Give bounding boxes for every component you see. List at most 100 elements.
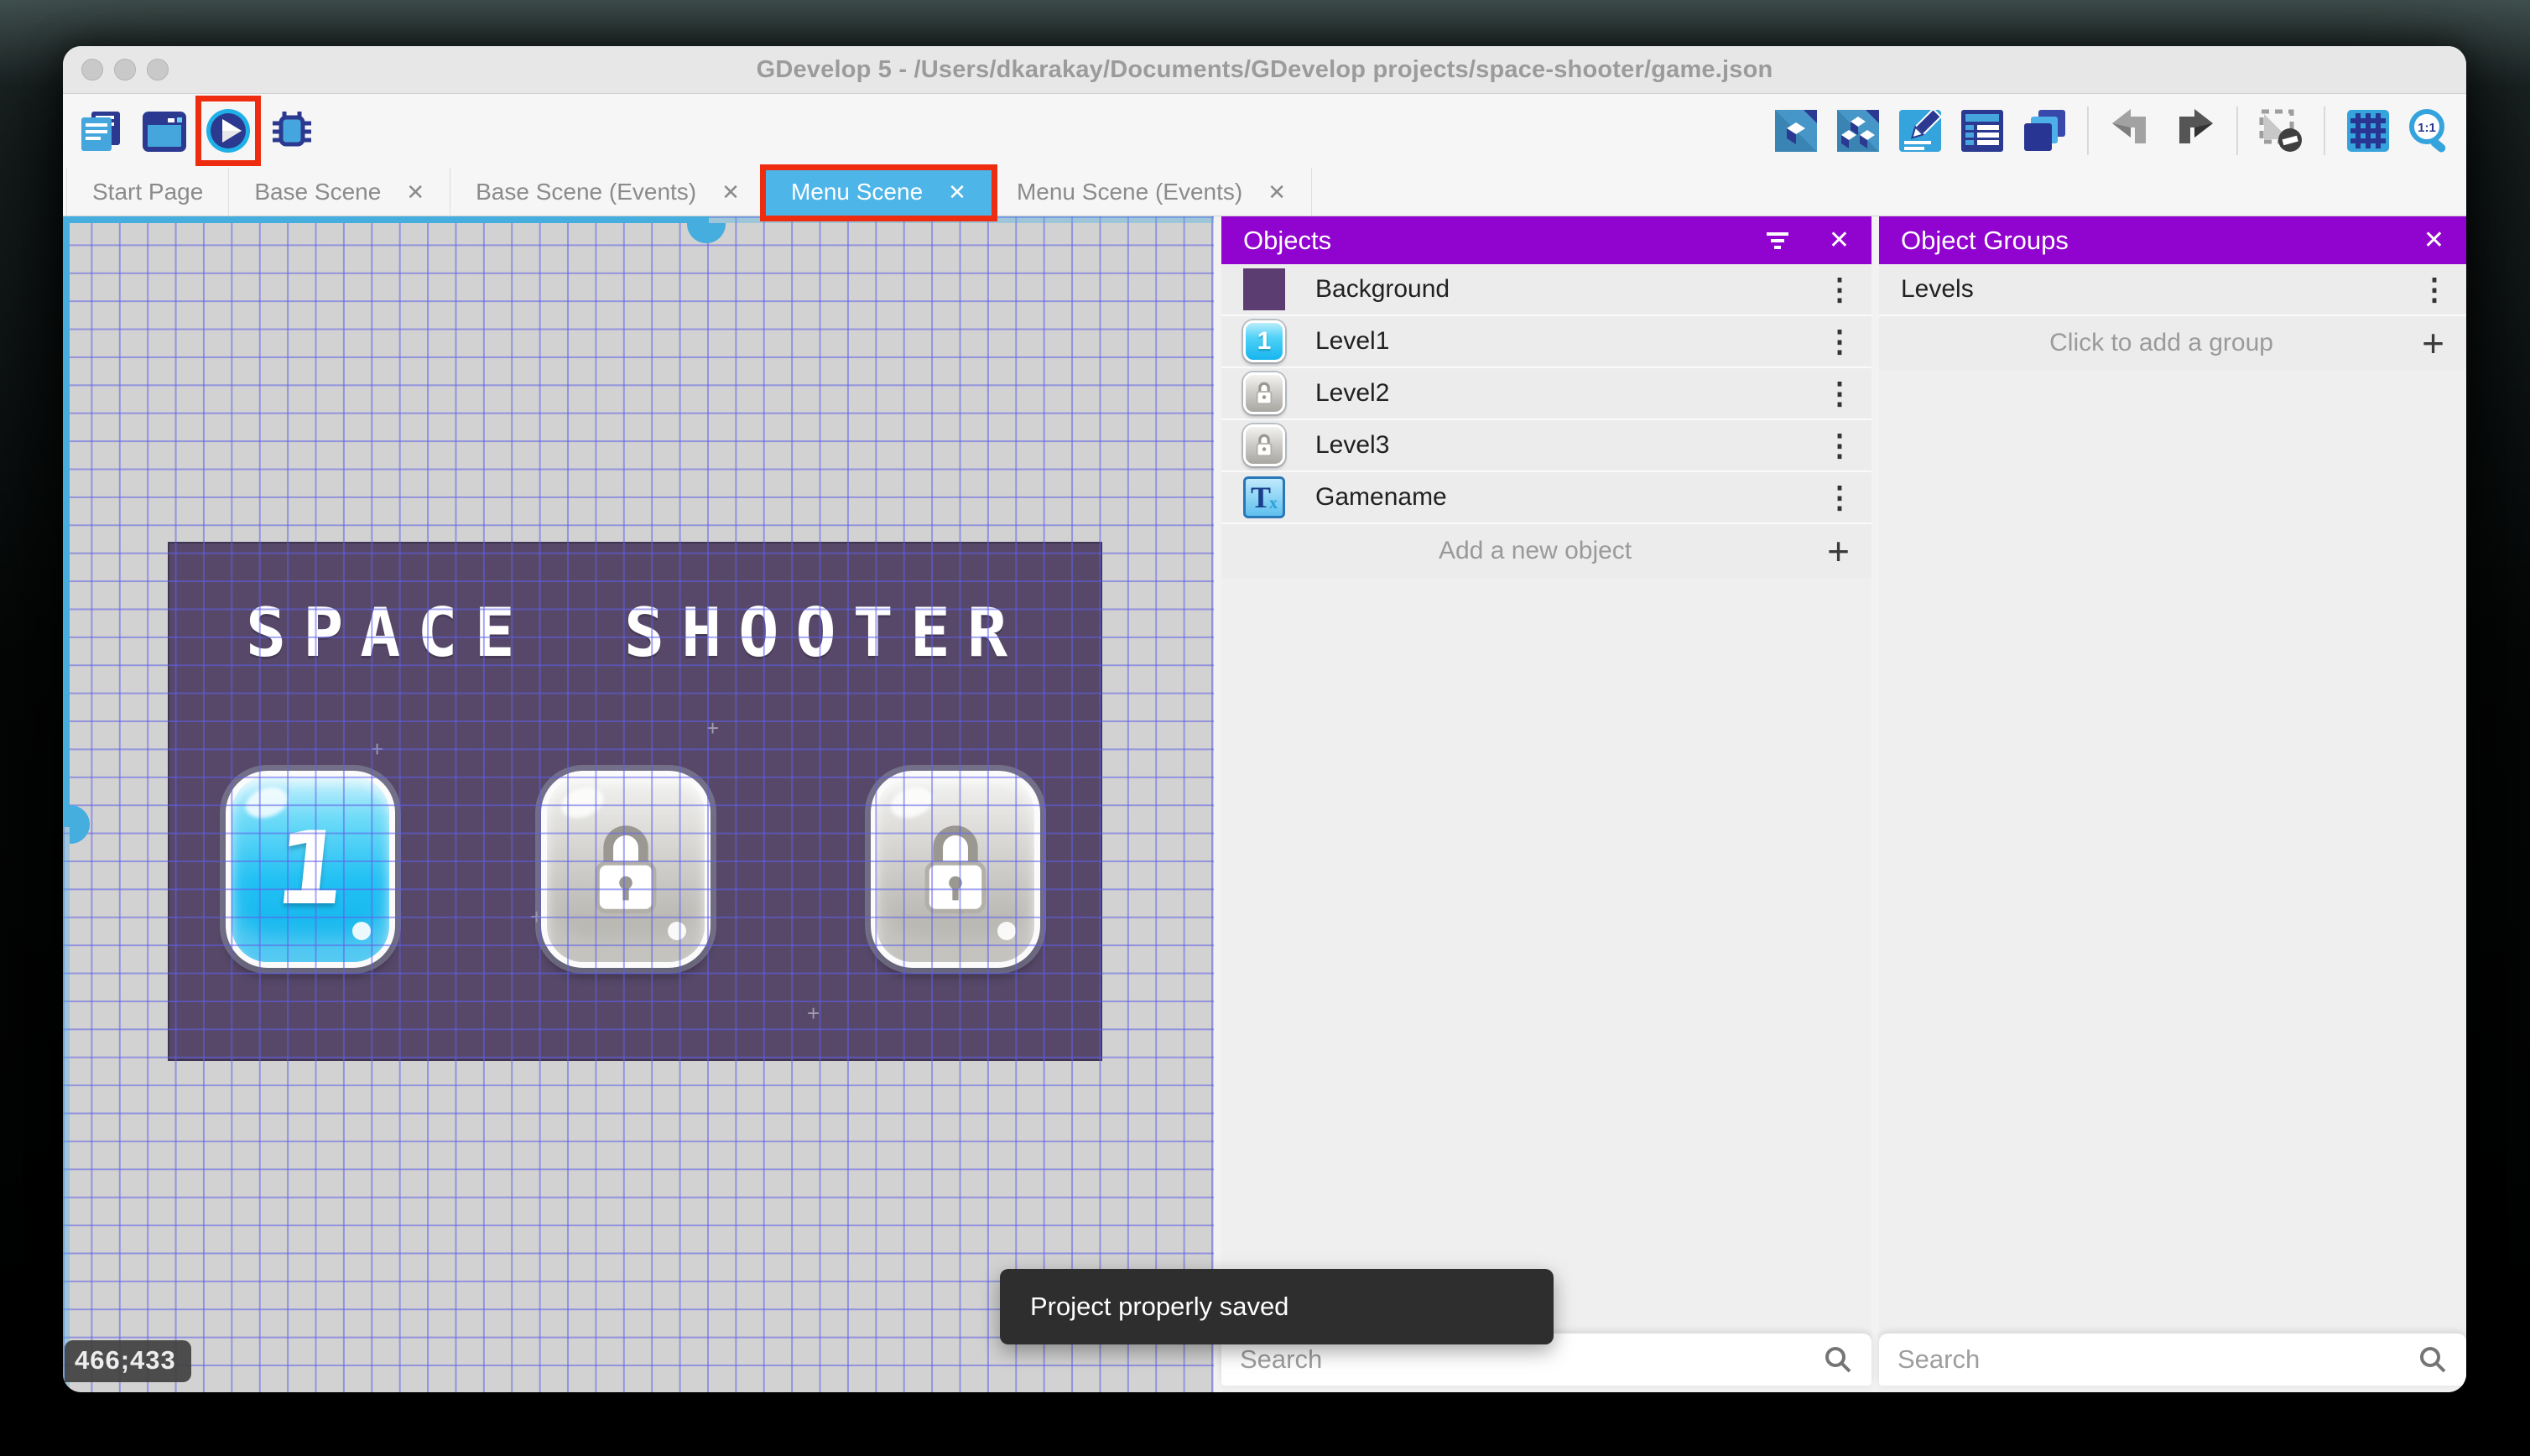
horizontal-scrollbar[interactable] xyxy=(63,216,709,223)
project-manager-icon xyxy=(81,112,120,151)
objects-panel: Objects Background xyxy=(1221,216,1871,1392)
object-menu-kebab-icon[interactable] xyxy=(1825,488,1850,507)
object-row-background[interactable]: Background xyxy=(1221,264,1871,316)
open-instances-list-button[interactable] xyxy=(1958,107,2007,155)
object-menu-kebab-icon[interactable] xyxy=(1825,332,1850,351)
vertical-scrollbar[interactable] xyxy=(63,216,70,827)
launch-preview-button[interactable] xyxy=(195,96,261,166)
open-layers-editor-button[interactable] xyxy=(2020,107,2069,155)
zoom-original-button[interactable]: 1:1 xyxy=(2406,107,2455,155)
level1-button-instance[interactable]: 1 xyxy=(226,771,395,968)
cursor-coordinates-badge: 466;433 xyxy=(65,1340,191,1382)
object-menu-kebab-icon[interactable] xyxy=(1825,280,1850,299)
toast-message: Project properly saved xyxy=(1030,1292,1289,1321)
search-icon[interactable] xyxy=(1823,1344,1853,1375)
clear-selection-button[interactable] xyxy=(2257,107,2305,155)
close-panel-icon[interactable] xyxy=(1829,228,1850,253)
text-object-thumbnail xyxy=(1243,476,1285,518)
selection-minus-icon xyxy=(2259,109,2302,152)
object-groups-panel: Object Groups Levels Click to add a grou… xyxy=(1879,216,2466,1392)
window-icon xyxy=(143,112,186,152)
object-row-gamename[interactable]: Gamename xyxy=(1221,472,1871,524)
redo-button[interactable] xyxy=(2169,107,2218,155)
object-name: Level1 xyxy=(1315,327,1390,355)
project-manager-button[interactable] xyxy=(76,107,125,155)
window-title: GDevelop 5 - /Users/dkarakay/Documents/G… xyxy=(756,55,1773,83)
game-scene-background[interactable]: SPACE SHOOTER 1 xyxy=(169,543,1101,1059)
panel-divider[interactable] xyxy=(1214,216,1221,1392)
add-object-row[interactable]: Add a new object xyxy=(1221,524,1871,578)
add-group-label: Click to add a group xyxy=(2049,329,2273,356)
object-groups-icon xyxy=(1837,110,1879,152)
groups-panel-header: Object Groups xyxy=(1879,216,2466,264)
level1-thumbnail xyxy=(1243,320,1285,362)
search-icon[interactable] xyxy=(2418,1344,2448,1375)
groups-search-input[interactable] xyxy=(1898,1344,2418,1375)
app-window: GDevelop 5 - /Users/dkarakay/Documents/G… xyxy=(63,46,2466,1392)
open-objects-editor-button[interactable] xyxy=(1772,107,1820,155)
background-thumbnail xyxy=(1243,268,1285,310)
objects-panel-title: Objects xyxy=(1243,225,1332,255)
toggle-grid-button[interactable] xyxy=(2344,107,2392,155)
editor-tabbar: Start Page Base Scene Base Scene (Events… xyxy=(63,164,2466,221)
open-properties-button[interactable] xyxy=(1896,107,1944,155)
save-toast: Project properly saved xyxy=(1000,1269,1554,1344)
group-row-levels[interactable]: Levels xyxy=(1879,264,2466,316)
redo-icon xyxy=(2179,109,2213,143)
play-icon xyxy=(206,109,250,153)
tab-label: Base Scene xyxy=(254,178,382,205)
padlock-icon xyxy=(1256,434,1273,457)
star-decoration xyxy=(807,1001,820,1027)
star-decoration xyxy=(371,736,383,762)
panel-divider[interactable] xyxy=(1871,216,1879,1392)
group-menu-kebab-icon[interactable] xyxy=(2419,280,2444,299)
add-group-row[interactable]: Click to add a group xyxy=(1879,316,2466,370)
tab-label: Base Scene (Events) xyxy=(476,178,697,205)
tab-base-scene-events[interactable]: Base Scene (Events) xyxy=(450,168,766,216)
tab-base-scene[interactable]: Base Scene xyxy=(229,168,451,216)
scene-editor-canvas[interactable]: SPACE SHOOTER 1 xyxy=(63,216,1214,1392)
toolbar-right-group: 1:1 xyxy=(1772,107,2455,155)
game-title-text-instance[interactable]: SPACE SHOOTER xyxy=(169,594,1101,672)
main-content: SPACE SHOOTER 1 xyxy=(63,216,2466,1392)
close-tab-icon[interactable] xyxy=(721,181,740,203)
open-window-button[interactable] xyxy=(140,107,189,155)
open-object-groups-editor-button[interactable] xyxy=(1834,107,1882,155)
properties-pencil-icon xyxy=(1899,107,1943,152)
level2-thumbnail xyxy=(1243,372,1285,414)
add-object-plus-icon[interactable] xyxy=(1827,532,1850,570)
object-name: Gamename xyxy=(1315,483,1447,511)
tab-label: Menu Scene (Events) xyxy=(1016,178,1243,205)
close-tab-icon[interactable] xyxy=(1268,181,1286,203)
add-group-plus-icon[interactable] xyxy=(2422,324,2444,362)
close-panel-icon[interactable] xyxy=(2423,228,2444,253)
object-menu-kebab-icon[interactable] xyxy=(1825,384,1850,403)
tab-menu-scene[interactable]: Menu Scene xyxy=(759,164,997,221)
close-tab-icon[interactable] xyxy=(948,181,966,203)
launch-debugger-button[interactable] xyxy=(268,107,316,155)
level3-locked-button-instance[interactable] xyxy=(871,771,1040,968)
filter-icon[interactable] xyxy=(1763,229,1792,252)
horizontal-scrollbar-handle[interactable] xyxy=(687,223,726,243)
zoom-ratio-label: 1:1 xyxy=(2418,121,2436,135)
tab-menu-scene-events[interactable]: Menu Scene (Events) xyxy=(992,168,1312,216)
object-name: Level2 xyxy=(1315,379,1390,407)
objects-search-input[interactable] xyxy=(1240,1344,1823,1375)
instances-list-icon xyxy=(1961,110,2003,152)
object-row-level3[interactable]: Level3 xyxy=(1221,420,1871,472)
groups-panel-title: Object Groups xyxy=(1901,225,2069,255)
object-name: Level3 xyxy=(1315,431,1390,459)
undo-button[interactable] xyxy=(2107,107,2156,155)
close-tab-icon[interactable] xyxy=(406,181,424,203)
level2-locked-button-instance[interactable] xyxy=(541,771,711,968)
zoom-1-1-icon: 1:1 xyxy=(2409,109,2446,153)
tab-label: Menu Scene xyxy=(790,178,924,205)
object-menu-kebab-icon[interactable] xyxy=(1825,436,1850,455)
padlock-icon xyxy=(1256,382,1273,405)
vertical-scrollbar-handle[interactable] xyxy=(70,805,90,844)
tab-start-page[interactable]: Start Page xyxy=(66,168,230,216)
object-row-level1[interactable]: Level1 xyxy=(1221,316,1871,368)
object-row-level2[interactable]: Level2 xyxy=(1221,368,1871,420)
titlebar: GDevelop 5 - /Users/dkarakay/Documents/G… xyxy=(63,46,2466,94)
undo-icon xyxy=(2112,109,2146,143)
